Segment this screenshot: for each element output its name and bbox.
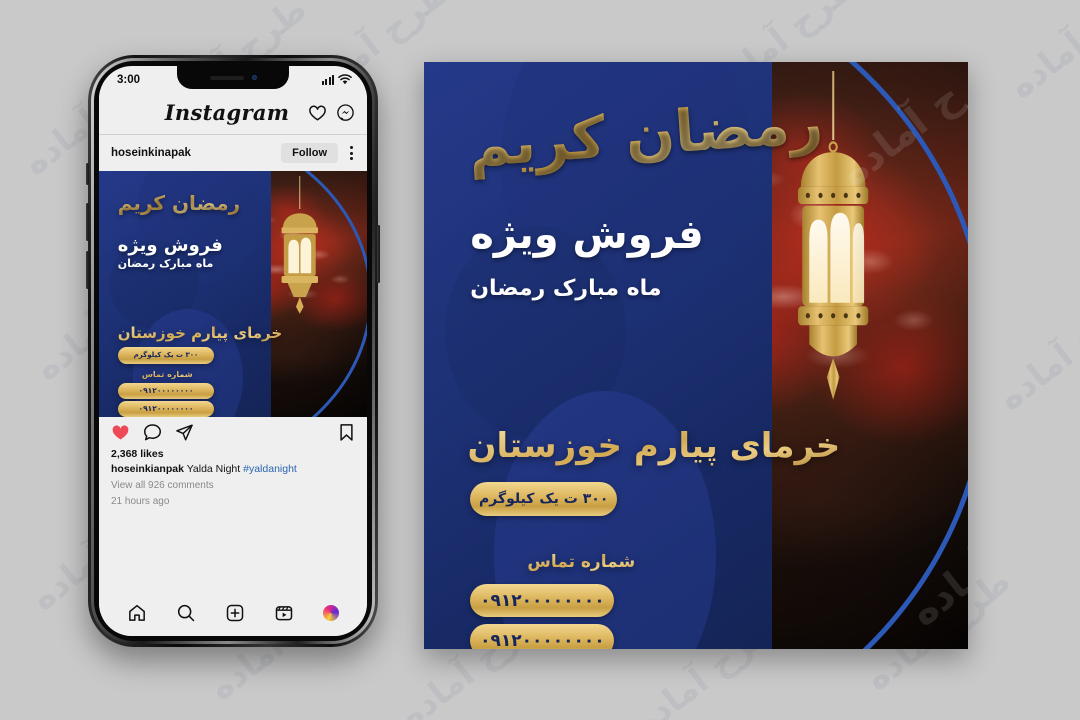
heart-filled-icon[interactable]	[111, 423, 130, 442]
subheadline-mini: ماه مبارک رمضان	[117, 257, 214, 271]
phone-pill: ۰۹۱۲۰۰۰۰۰۰۰۰	[470, 584, 615, 618]
contact-label: شماره تماس	[527, 552, 636, 573]
phone-mockup: 3:00 Instagram hoseinkinapak Follow رمضا…	[86, 55, 380, 647]
status-indicators	[321, 74, 353, 85]
post-image[interactable]: رمضان كريم فروش ویژه ماه مبارک رمضان خرم…	[99, 171, 367, 417]
reels-icon[interactable]	[274, 603, 294, 623]
heart-icon[interactable]	[308, 103, 327, 122]
front-camera-icon	[251, 75, 257, 80]
profile-avatar-icon[interactable]	[322, 605, 339, 621]
caption-hashtag[interactable]: #yaldanight	[243, 463, 297, 475]
caption-username[interactable]: hoseinkianpak	[111, 463, 184, 475]
phone-notch	[177, 66, 289, 89]
post-actions	[99, 417, 367, 447]
earpiece-speaker-icon	[209, 75, 244, 80]
messenger-icon[interactable]	[336, 103, 355, 122]
watermark: طرح آماده	[1001, 0, 1080, 107]
phone-pill-mini: ۰۹۱۲۰۰۰۰۰۰۰۰	[117, 401, 215, 417]
post-header: hoseinkinapak Follow	[99, 135, 367, 171]
follow-button[interactable]: Follow	[281, 143, 338, 163]
power-button[interactable]	[377, 225, 380, 283]
comment-bubble-icon[interactable]	[143, 423, 162, 442]
bottom-navigation	[99, 594, 367, 636]
product-title-mini: خرمای پیارم خوزستان	[117, 323, 283, 342]
search-icon[interactable]	[176, 603, 196, 623]
more-options-icon[interactable]	[346, 143, 357, 163]
post-caption: hoseinkianpak Yalda Night #yaldanight	[111, 462, 355, 478]
poster-preview[interactable]: رمضان كريم فروش ویژه ماه مبارک رمضان خرم…	[424, 62, 968, 649]
hanging-lantern-icon	[277, 175, 323, 314]
contact-label-mini: شماره تماس	[141, 370, 193, 380]
signal-bars-icon	[321, 74, 334, 85]
headline-mini: فروش ویژه	[117, 234, 223, 256]
phone-pill: ۰۹۱۲۰۰۰۰۰۰۰۰	[470, 624, 615, 649]
post-timestamp: 21 hours ago	[111, 495, 170, 507]
view-comments-link[interactable]: View all 926 comments	[111, 478, 355, 494]
watermark: طرح آماده	[990, 281, 1080, 419]
bookmark-icon[interactable]	[338, 423, 355, 442]
caption-text: Yalda Night	[186, 463, 241, 476]
price-pill: ۳۰۰ ت یک کیلوگرم	[470, 481, 618, 516]
volume-up-button[interactable]	[86, 203, 89, 241]
ramadan-calligraphy-mini: رمضان كريم	[117, 190, 241, 215]
post-username[interactable]: hoseinkinapak	[111, 147, 273, 159]
post-meta: 2,368 likes hoseinkianpak Yalda Night #y…	[99, 447, 367, 510]
likes-count: 2,368 likes	[111, 448, 164, 460]
poster-headline: فروش ویژه	[470, 211, 704, 258]
share-paper-plane-icon[interactable]	[175, 423, 194, 442]
product-title: خرمای پیارم خوزستان	[467, 425, 841, 466]
instagram-logo: Instagram	[164, 100, 290, 125]
wifi-icon	[338, 74, 352, 85]
home-icon[interactable]	[127, 603, 147, 623]
instagram-header: Instagram	[99, 91, 367, 135]
poster-artwork-mini: رمضان كريم فروش ویژه ماه مبارک رمضان خرم…	[99, 171, 367, 417]
phone-screen: 3:00 Instagram hoseinkinapak Follow رمضا…	[99, 66, 367, 636]
mute-switch[interactable]	[86, 163, 89, 185]
volume-down-button[interactable]	[86, 251, 89, 289]
price-pill-mini: ۳۰۰ ت یک کیلوگرم	[117, 346, 215, 365]
poster-subheadline: ماه مبارک رمضان	[470, 276, 662, 302]
status-time: 3:00	[117, 73, 141, 86]
phone-pill-mini: ۰۹۱۲۰۰۰۰۰۰۰۰	[117, 382, 215, 399]
header-icons	[308, 103, 355, 122]
add-post-icon[interactable]	[225, 603, 245, 623]
